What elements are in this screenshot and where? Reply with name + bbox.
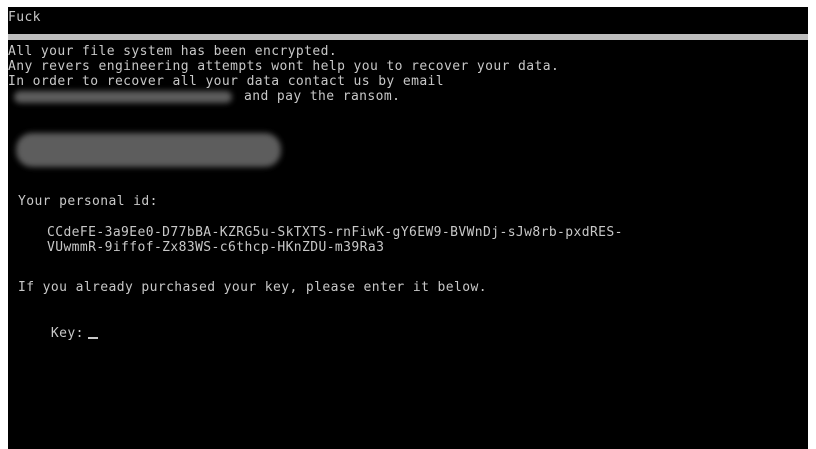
title-separator [8,34,808,40]
redacted-email [14,91,232,103]
ransom-console-screen: Fuck All your file system has been encry… [8,7,808,449]
key-label: Key: [50,326,84,341]
message-line-2: Any revers engineering attempts wont hel… [8,59,560,74]
key-input-row[interactable]: Key: [18,311,98,356]
message-line-4: and pay the ransom. [244,89,401,104]
text-cursor [87,337,98,339]
message-line-1: All your file system has been encrypted. [8,44,338,59]
window-title: Fuck [8,10,41,25]
personal-id-line-2: VUwmmR-9iffof-Zx83WS-c6thcp-HKnZDU-m39Ra… [47,240,385,255]
redacted-contact [16,133,281,167]
message-line-3: In order to recover all your data contac… [8,74,445,89]
personal-id-line-1: CCdeFE-3a9Ee0-D77bBA-KZRG5u-SkTXTS-rnFiw… [47,225,623,240]
personal-id-label: Your personal id: [18,194,158,209]
key-prompt: If you already purchased your key, pleas… [18,280,487,295]
